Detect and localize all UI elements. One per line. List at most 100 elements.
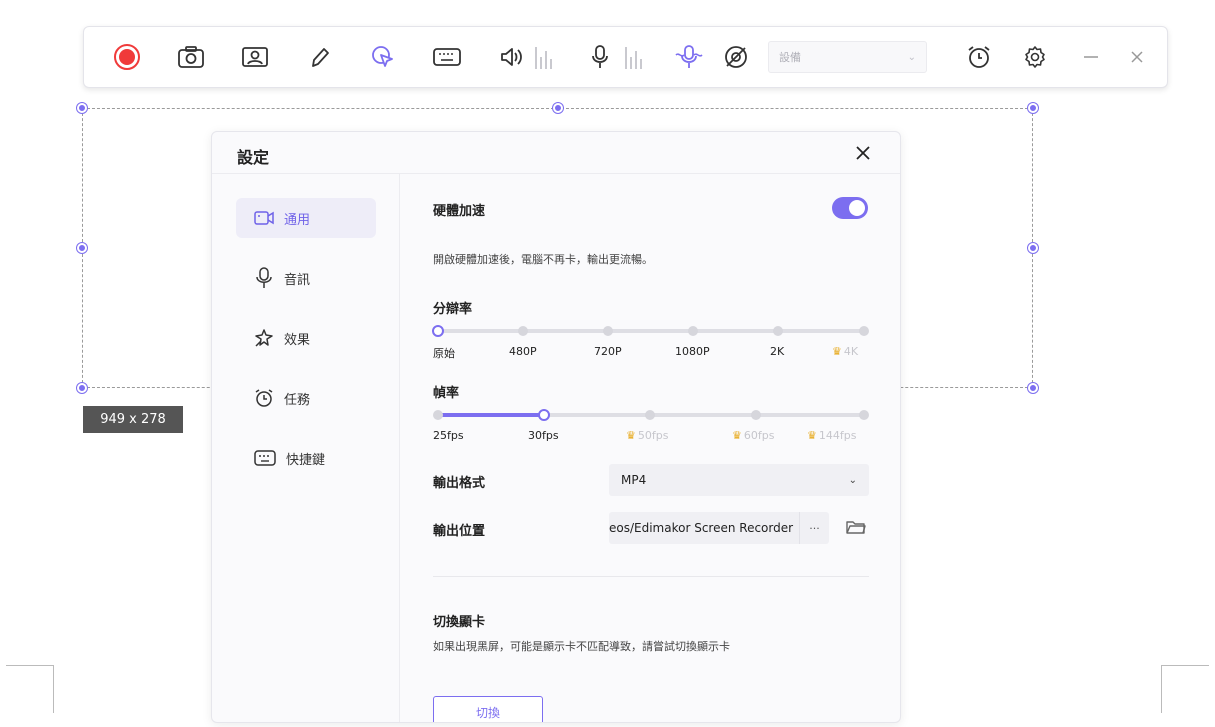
output-path-value: eos/Edimakor Screen Recorder	[609, 521, 794, 535]
dialog-header: 設定	[212, 132, 900, 174]
framerate-option[interactable]: 30fps	[528, 429, 559, 442]
speaker-level-meter	[535, 45, 552, 69]
cursor-highlight-icon[interactable]	[363, 27, 403, 87]
framerate-slider-fill	[438, 413, 544, 417]
sidebar-item-label: 效果	[284, 332, 311, 348]
folder-icon[interactable]	[846, 519, 868, 537]
resolution-option[interactable]: 720P	[594, 345, 622, 358]
keyboard-icon	[254, 450, 276, 466]
recorder-toolbar: 設備 ⌄	[83, 26, 1168, 88]
output-path-label: 輸出位置	[433, 524, 486, 539]
speaker-icon[interactable]	[492, 27, 532, 87]
pen-icon[interactable]	[300, 27, 340, 87]
resize-handle-bottom-left[interactable]	[77, 383, 87, 393]
framerate-stop[interactable]	[645, 410, 655, 420]
resize-handle-right[interactable]	[1028, 243, 1038, 253]
framerate-stop[interactable]	[859, 410, 869, 420]
mic-effect-icon[interactable]	[669, 27, 709, 87]
resolution-option-locked[interactable]: ♛ 4K	[832, 345, 858, 358]
resolution-option[interactable]: 原始	[433, 345, 455, 361]
output-format-label: 輸出格式	[433, 476, 486, 491]
device-select[interactable]: 設備 ⌄	[768, 41, 927, 73]
alarm-icon	[255, 389, 273, 407]
resolution-slider-track[interactable]	[438, 329, 864, 333]
output-format-select[interactable]: MP4 ⌄	[609, 464, 869, 496]
resolution-stop[interactable]	[773, 326, 783, 336]
sidebar-item-label: 任務	[284, 392, 311, 408]
sidebar-item-effects[interactable]: 效果	[236, 318, 376, 358]
sidebar-item-general[interactable]: 通用	[236, 198, 376, 238]
gpu-switch-description: 如果出現黑屏，可能是顯示卡不匹配導致，請嘗試切換顯示卡	[433, 640, 730, 653]
resize-handle-top-right[interactable]	[1028, 103, 1038, 113]
gpu-switch-label: 切換顯卡	[433, 615, 486, 630]
microphone-level-meter	[625, 45, 642, 69]
resolution-stop[interactable]	[518, 326, 528, 336]
sidebar-item-label: 快捷鍵	[286, 452, 326, 468]
microphone-icon	[256, 267, 272, 288]
sidebar-item-audio[interactable]: 音訊	[236, 258, 376, 298]
framerate-option-label: 144fps	[818, 429, 857, 442]
crown-icon: ♛	[626, 429, 636, 442]
resize-handle-left[interactable]	[77, 243, 87, 253]
resolution-option[interactable]: 1080P	[675, 345, 710, 358]
resolution-stop[interactable]	[688, 326, 698, 336]
section-divider	[433, 576, 869, 577]
framerate-option-locked[interactable]: ♛ 60fps	[732, 429, 774, 442]
resolution-option-label: 4K	[843, 345, 859, 358]
framerate-slider-thumb[interactable]	[538, 409, 550, 421]
crown-icon: ♛	[832, 345, 842, 358]
framerate-stop[interactable]	[433, 410, 443, 420]
framerate-stop[interactable]	[751, 410, 761, 420]
sidebar-item-label: 通用	[284, 212, 311, 228]
record-icon[interactable]	[107, 27, 147, 87]
hardware-accel-label: 硬體加速	[433, 204, 486, 219]
camera-icon[interactable]	[171, 27, 211, 87]
webcam-icon[interactable]	[235, 27, 275, 87]
resize-handle-bottom-right[interactable]	[1028, 383, 1038, 393]
resolution-option[interactable]: 2K	[770, 345, 784, 358]
dialog-close-icon[interactable]	[854, 144, 872, 162]
browse-more-button[interactable]: ···	[799, 512, 829, 544]
resize-handle-top-left[interactable]	[77, 103, 87, 113]
resize-handle-top[interactable]	[553, 103, 563, 113]
output-path-field[interactable]: eos/Edimakor Screen Recorder ···	[609, 512, 829, 544]
no-watermark-icon[interactable]	[716, 27, 756, 87]
crown-icon: ♛	[732, 429, 742, 442]
corner-mark-right	[1161, 665, 1209, 713]
corner-mark-left	[6, 665, 54, 713]
close-icon[interactable]	[1117, 27, 1157, 87]
device-select-value: 設備	[779, 51, 801, 64]
resolution-slider-thumb[interactable]	[432, 325, 444, 337]
framerate-option-locked[interactable]: ♛ 144fps	[807, 429, 856, 442]
sidebar-item-label: 音訊	[284, 272, 311, 288]
alarm-icon[interactable]	[959, 27, 999, 87]
framerate-option[interactable]: 25fps	[433, 429, 464, 442]
gear-icon[interactable]	[1015, 27, 1055, 87]
minimize-icon[interactable]	[1071, 27, 1111, 87]
general-settings-panel: 硬體加速 開啟硬體加速後，電腦不再卡，輸出更流暢。 分辯率 原始 480P 72…	[401, 174, 900, 722]
output-format-value: MP4	[621, 473, 647, 487]
resolution-option[interactable]: 480P	[509, 345, 537, 358]
framerate-label: 幀率	[433, 386, 460, 401]
crown-icon: ♛	[807, 429, 817, 442]
region-size-badge: 949 x 278	[83, 406, 183, 433]
dialog-title: 設定	[237, 148, 270, 167]
video-icon	[254, 211, 274, 225]
sidebar-item-shortcuts[interactable]: 快捷鍵	[236, 438, 376, 478]
chevron-down-icon: ⌄	[907, 51, 916, 63]
resolution-stop[interactable]	[859, 326, 869, 336]
resolution-label: 分辯率	[433, 302, 473, 317]
keyboard-icon[interactable]	[427, 27, 467, 87]
resolution-stop[interactable]	[603, 326, 613, 336]
sidebar-item-tasks[interactable]: 任務	[236, 378, 376, 418]
sparkle-icon	[255, 329, 273, 347]
framerate-option-label: 50fps	[637, 429, 669, 442]
gpu-switch-button[interactable]: 切換	[433, 696, 543, 722]
hardware-accel-toggle[interactable]	[832, 197, 868, 219]
framerate-option-locked[interactable]: ♛ 50fps	[626, 429, 668, 442]
chevron-down-icon: ⌄	[848, 474, 857, 486]
settings-dialog: 設定 通用 音訊 效果 任務 快捷鍵 硬體加速 開啟硬體加速後，電腦不再卡，輸出…	[211, 131, 901, 723]
hardware-accel-description: 開啟硬體加速後，電腦不再卡，輸出更流暢。	[433, 253, 653, 266]
framerate-option-label: 60fps	[743, 429, 775, 442]
microphone-icon[interactable]	[580, 27, 620, 87]
